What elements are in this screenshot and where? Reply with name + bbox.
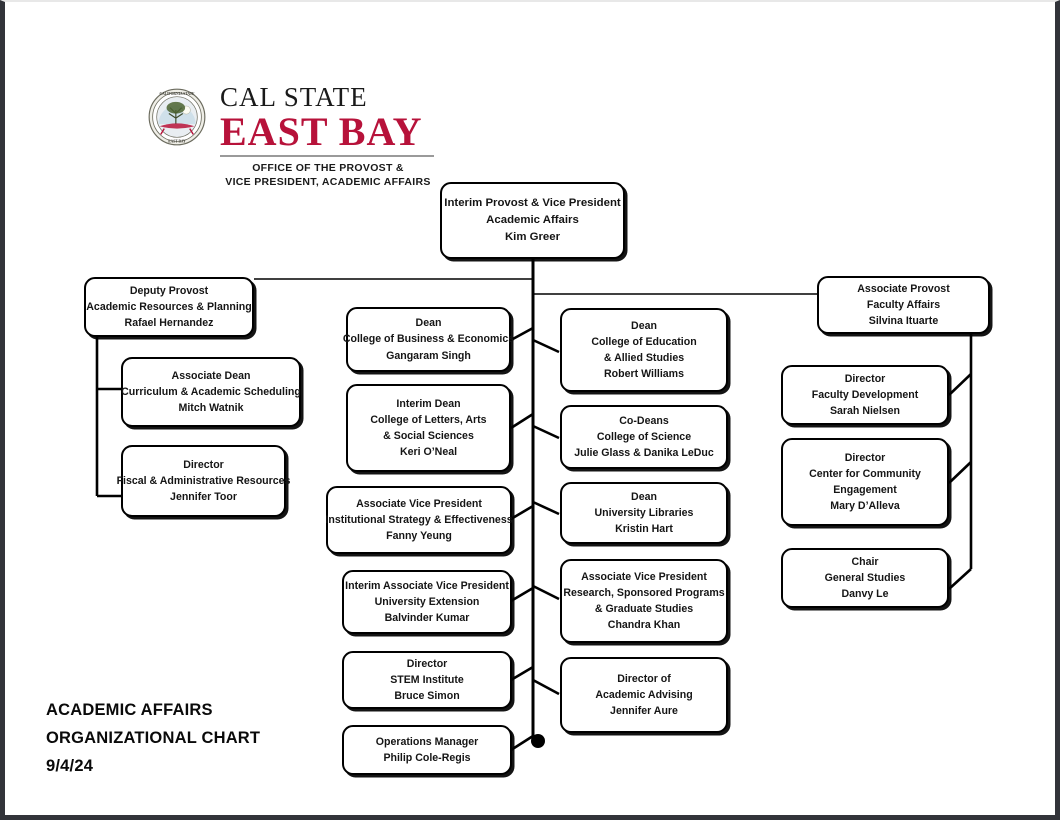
node-line: Rafael Hernandez xyxy=(124,317,214,330)
node-line: University Extension xyxy=(374,595,480,608)
node-line: Director xyxy=(183,458,224,471)
chart-title-line-1: ACADEMIC AFFAIRS xyxy=(46,701,213,719)
node-associate-dean-curriculum[interactable]: Associate Dean Curriculum & Academic Sch… xyxy=(121,357,301,427)
node-line: Bruce Simon xyxy=(394,690,460,703)
node-line: Interim Provost & Vice President xyxy=(444,196,621,209)
node-line: Faculty Development xyxy=(811,388,919,401)
node-line: Associate Dean xyxy=(171,369,251,382)
node-director-academic-advising[interactable]: Director of Academic Advising Jennifer A… xyxy=(560,657,728,733)
node-dean-libraries[interactable]: Dean University Libraries Kristin Hart xyxy=(560,482,728,544)
node-line: Julie Glass & Danika LeDuc xyxy=(574,447,714,460)
node-line: Director xyxy=(844,451,886,464)
node-dean-business[interactable]: Dean College of Business & Economics Gan… xyxy=(342,307,515,372)
node-avp-research[interactable]: Associate Vice President Research, Spons… xyxy=(560,559,728,643)
node-line: Chair xyxy=(851,555,879,568)
node-line: STEM Institute xyxy=(390,673,464,686)
node-line: & Graduate Studies xyxy=(594,603,694,615)
node-chair-general-studies[interactable]: Chair General Studies Danvy Le xyxy=(781,548,949,608)
node-line: Kim Greer xyxy=(504,231,561,244)
node-line: Academic Affairs xyxy=(486,213,579,226)
logo-wordmark: CAL STATE EAST BAY OFFICE OF THE PROVOST… xyxy=(220,84,436,189)
node-line: Faculty Affairs xyxy=(866,298,941,311)
spine-terminal-dot xyxy=(531,734,545,748)
node-line: Deputy Provost xyxy=(129,284,209,297)
node-director-faculty-development[interactable]: Director Faculty Development Sarah Niels… xyxy=(781,365,949,425)
node-line: Research, Sponsored Programs xyxy=(563,586,725,599)
node-line: Interim Associate Vice President xyxy=(345,579,509,592)
node-line: Sarah Nielsen xyxy=(829,405,901,418)
node-line: Fanny Yeung xyxy=(386,530,452,543)
node-line: Mitch Watnik xyxy=(178,402,244,415)
chart-title-block: ACADEMIC AFFAIRS ORGANIZATIONAL CHART 9/… xyxy=(46,696,260,780)
node-associate-provost[interactable]: Associate Provost Faculty Affairs Silvin… xyxy=(817,276,990,334)
university-seal-icon: CALIFORNIA STATE EAST BAY xyxy=(148,88,206,146)
node-line: Interim Dean xyxy=(396,397,461,410)
node-line: Co-Deans xyxy=(619,414,669,427)
node-interim-dean-class[interactable]: Interim Dean College of Letters, Arts & … xyxy=(346,384,511,472)
node-line: College of Science xyxy=(596,430,692,443)
logo-line-east-bay: EAST BAY xyxy=(220,109,423,154)
svg-text:EAST BAY: EAST BAY xyxy=(168,140,186,144)
node-line: Operations Manager xyxy=(375,735,479,748)
node-line: College of Education xyxy=(591,335,697,348)
node-line: Center for Community xyxy=(809,467,921,480)
node-line: Danvy Le xyxy=(841,588,889,601)
node-avp-institutional-strategy[interactable]: Associate Vice President Institutional S… xyxy=(325,486,513,554)
node-line: & Social Sciences xyxy=(383,430,474,442)
node-dean-education[interactable]: Dean College of Education & Allied Studi… xyxy=(560,308,728,392)
org-chart-page: CALIFORNIA STATE EAST BAY CAL STATE EAST… xyxy=(0,0,1060,820)
node-director-stem-institute[interactable]: Director STEM Institute Bruce Simon xyxy=(342,651,512,709)
node-director-fiscal[interactable]: Director Fiscal & Administrative Resourc… xyxy=(117,445,290,517)
node-line: Associate Provost xyxy=(857,282,950,295)
node-line: Dean xyxy=(415,317,442,330)
chart-title-line-2: ORGANIZATIONAL CHART xyxy=(46,729,261,748)
node-interim-provost[interactable]: Interim Provost & Vice President Academi… xyxy=(440,182,625,259)
node-line: Director xyxy=(844,372,886,385)
node-line: Dean xyxy=(631,490,657,503)
node-director-community-engagement[interactable]: Director Center for Community Engagement… xyxy=(781,438,949,526)
node-line: Silvina Ituarte xyxy=(868,315,939,328)
node-line: Associate Vice President xyxy=(581,570,707,583)
node-line: Institutional Strategy & Effectiveness xyxy=(325,513,513,526)
node-co-deans-science[interactable]: Co-Deans College of Science Julie Glass … xyxy=(560,405,728,469)
node-line: Balvinder Kumar xyxy=(384,612,470,625)
node-line: Engagement xyxy=(833,484,897,496)
node-line: Academic Advising xyxy=(595,688,693,701)
node-line: Jennifer Toor xyxy=(170,491,237,504)
node-line: Philip Cole-Regis xyxy=(383,752,471,764)
node-line: Robert Williams xyxy=(604,368,684,381)
node-line: Director xyxy=(406,657,448,670)
node-line: Fiscal & Administrative Resources xyxy=(116,474,291,487)
logo-divider xyxy=(220,155,434,157)
node-line: Gangaram Singh xyxy=(386,349,471,362)
node-deputy-provost[interactable]: Deputy Provost Academic Resources & Plan… xyxy=(84,277,254,337)
node-line: University Libraries xyxy=(594,506,694,519)
node-line: Dean xyxy=(631,319,657,332)
node-line: College of Letters, Arts xyxy=(370,413,487,426)
logo-office-line-2: VICE PRESIDENT, ACADEMIC AFFAIRS xyxy=(225,176,431,189)
node-line: Curriculum & Academic Scheduling xyxy=(121,385,301,398)
node-line: Keri O’Neal xyxy=(399,446,458,459)
node-operations-manager[interactable]: Operations Manager Philip Cole-Regis xyxy=(342,725,512,775)
node-line: & Allied Studies xyxy=(603,352,685,364)
node-line: Director of xyxy=(617,672,671,685)
node-line: Associate Vice President xyxy=(356,497,482,510)
cal-state-east-bay-logo: CALIFORNIA STATE EAST BAY CAL STATE EAST… xyxy=(148,84,438,188)
svg-text:CALIFORNIA STATE: CALIFORNIA STATE xyxy=(160,92,196,96)
logo-office-line-1: OFFICE OF THE PROVOST & xyxy=(252,162,404,174)
node-line: Mary D’Alleva xyxy=(830,500,900,513)
node-line: College of Business & Economics xyxy=(342,333,515,346)
node-line: Jennifer Aure xyxy=(610,705,678,718)
chart-title-date: 9/4/24 xyxy=(46,757,94,776)
node-line: Kristin Hart xyxy=(615,523,673,536)
node-line: Chandra Khan xyxy=(607,619,681,632)
logo-line-cal-state: CAL STATE xyxy=(220,82,368,112)
node-line: Academic Resources & Planning xyxy=(86,300,252,313)
node-line: General Studies xyxy=(824,571,906,584)
node-interim-avp-extension[interactable]: Interim Associate Vice President Univers… xyxy=(342,570,512,634)
